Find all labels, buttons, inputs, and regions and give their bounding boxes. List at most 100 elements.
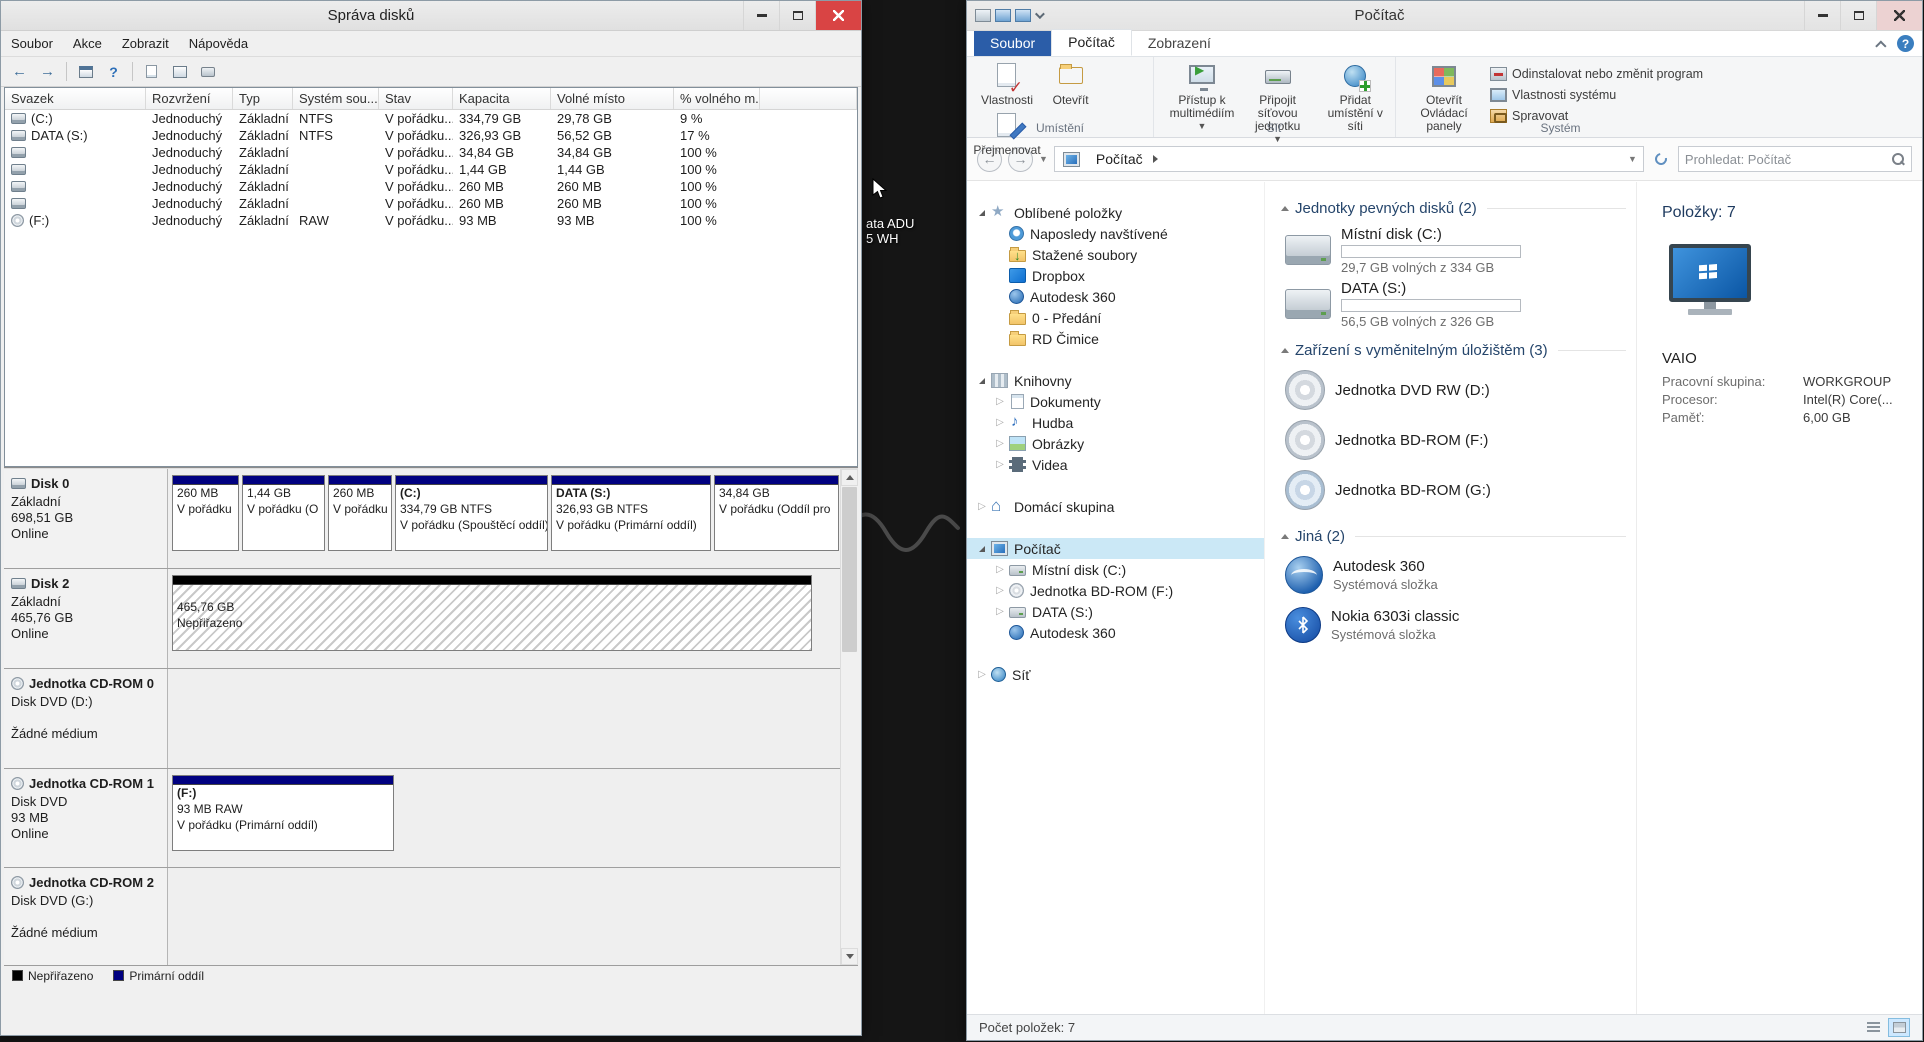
disk-info-cdrom2[interactable]: Jednotka CD-ROM 2 Disk DVD (G:) Žádné mé…	[4, 868, 168, 967]
minimize-ribbon-icon[interactable]	[1875, 40, 1886, 51]
recent-places-icon	[1009, 226, 1024, 241]
tab-pocitac[interactable]: Počítač	[1051, 29, 1132, 56]
disk-info-cdrom1[interactable]: Jednotka CD-ROM 1 Disk DVD 93 MB Online	[4, 769, 168, 867]
menu-napoveda[interactable]: Nápověda	[179, 32, 258, 55]
minimize-button[interactable]	[1804, 1, 1840, 30]
system-properties-button[interactable]: Vlastnosti systému	[1484, 84, 1709, 105]
search-input[interactable]	[1685, 152, 1892, 167]
partition-f[interactable]: (F:) 93 MB RAW V pořádku (Primární oddíl…	[172, 775, 394, 851]
breadcrumb-computer[interactable]: Počítač	[1092, 149, 1147, 169]
group-header-hdd[interactable]: Jednotky pevných disků (2)	[1281, 198, 1626, 218]
nav-homegroup[interactable]: Domácí skupina	[967, 496, 1264, 517]
nokia-item[interactable]: Nokia 6303i classic Systémová složka	[1285, 604, 1626, 646]
uninstall-program-button[interactable]: Odinstalovat nebo změnit program	[1484, 63, 1709, 84]
dvd-d-item[interactable]: Jednotka DVD RW (D:)	[1285, 368, 1626, 412]
nav-downloads[interactable]: Stažené soubory	[967, 244, 1264, 265]
column-svazek[interactable]: Svazek	[5, 88, 146, 109]
breadcrumb-arrow-icon[interactable]	[1153, 155, 1158, 163]
nav-favorites[interactable]: Oblíbené položky	[967, 202, 1264, 223]
close-button[interactable]	[1876, 1, 1922, 30]
column-rozvrzeni[interactable]: Rozvržení	[146, 88, 233, 109]
partition[interactable]: 34,84 GB V pořádku (Oddíl pro	[714, 475, 839, 551]
properties-button[interactable]: Vlastnosti	[978, 60, 1036, 109]
tab-zobrazeni[interactable]: Zobrazení	[1132, 31, 1227, 56]
nav-network[interactable]: Síť	[967, 664, 1264, 685]
nav-music[interactable]: Hudba	[967, 412, 1264, 433]
partition[interactable]: 1,44 GB V pořádku (O	[242, 475, 325, 551]
partition[interactable]: 260 MB V pořádku	[172, 475, 239, 551]
disk-info-disk2[interactable]: Disk 2 Základní 465,76 GB Online	[4, 569, 168, 668]
vertical-scrollbar[interactable]	[840, 469, 858, 965]
nav-documents[interactable]: Dokumenty	[967, 391, 1264, 412]
menu-zobrazit[interactable]: Zobrazit	[112, 32, 179, 55]
volume-row[interactable]: DATA (S:) Jednoduchý Základní NTFS V poř…	[5, 127, 857, 144]
console-tree-button[interactable]	[73, 60, 98, 83]
nav-pictures[interactable]: Obrázky	[967, 433, 1264, 454]
disk-view-button[interactable]	[195, 60, 220, 83]
menu-soubor[interactable]: Soubor	[1, 32, 63, 55]
column-pct-volneho[interactable]: % volného m...	[674, 88, 760, 109]
address-history-dropdown-icon[interactable]: ▼	[1628, 154, 1637, 164]
scroll-down-button[interactable]	[841, 948, 858, 965]
autodesk360-item[interactable]: Autodesk 360 Systémová složka	[1285, 554, 1626, 596]
volume-row[interactable]: (C:) Jednoduchý Základní NTFS V pořádku.…	[5, 110, 857, 127]
group-header-removable[interactable]: Zařízení s vyměnitelným úložištěm (3)	[1281, 340, 1626, 360]
disk-info-disk0[interactable]: Disk 0 Základní 698,51 GB Online	[4, 469, 168, 568]
nav-bdrom-f[interactable]: Jednotka BD-ROM (F:)	[967, 580, 1264, 601]
desktop-icon-label[interactable]: ata ADU 5 WH	[866, 216, 958, 246]
search-box[interactable]	[1678, 146, 1912, 172]
nav-recent-places[interactable]: Naposledy navštívené	[967, 223, 1264, 244]
volume-row[interactable]: Jednoduchý Základní V pořádku... 260 MB …	[5, 195, 857, 212]
nav-data-s[interactable]: DATA (S:)	[967, 601, 1264, 622]
partition[interactable]: 260 MB V pořádku	[328, 475, 392, 551]
drive-s-item[interactable]: DATA (S:) 56,5 GB volných z 326 GB	[1285, 280, 1626, 328]
nav-rd-cimice-folder[interactable]: RD Čimice	[967, 328, 1264, 349]
help-icon[interactable]	[1897, 35, 1914, 52]
nav-predani-folder[interactable]: 0 - Předání	[967, 307, 1264, 328]
nav-autodesk360[interactable]: Autodesk 360	[967, 286, 1264, 307]
column-system[interactable]: Systém sou...	[293, 88, 379, 109]
maximize-button[interactable]	[779, 1, 815, 30]
column-stav[interactable]: Stav	[379, 88, 453, 109]
thumbnail-view-button[interactable]	[1888, 1018, 1910, 1037]
maximize-button[interactable]	[1840, 1, 1876, 30]
partition-c[interactable]: (C:) 334,79 GB NTFS V pořádku (Spouštěcí…	[395, 475, 548, 551]
details-view-button[interactable]	[1862, 1018, 1884, 1037]
disk-info-cdrom0[interactable]: Jednotka CD-ROM 0 Disk DVD (D:) Žádné mé…	[4, 669, 168, 768]
help-button[interactable]: ?	[101, 60, 126, 83]
scroll-up-button[interactable]	[841, 469, 858, 486]
forward-button[interactable]: →	[35, 60, 60, 83]
nav-autodesk360-computer[interactable]: Autodesk 360	[967, 622, 1264, 643]
minimize-button[interactable]	[743, 1, 779, 30]
scrollbar-thumb[interactable]	[842, 487, 857, 652]
unallocated-region[interactable]: 465,76 GB Nepřiřazeno	[172, 575, 812, 651]
nav-computer[interactable]: Počítač	[967, 538, 1264, 559]
column-typ[interactable]: Typ	[233, 88, 293, 109]
drive-c-item[interactable]: Místní disk (C:) 29,7 GB volných z 334 G…	[1285, 226, 1626, 274]
libraries-icon	[991, 373, 1008, 388]
nav-local-disk-c[interactable]: Místní disk (C:)	[967, 559, 1264, 580]
nav-videos[interactable]: Videa	[967, 454, 1264, 475]
breadcrumb[interactable]: Počítač ▼	[1054, 146, 1644, 172]
close-button[interactable]	[815, 1, 861, 30]
back-button[interactable]: ←	[7, 60, 32, 83]
properties-button[interactable]	[139, 60, 164, 83]
refresh-button[interactable]	[167, 60, 192, 83]
column-volne-misto[interactable]: Volné místo	[551, 88, 674, 109]
menu-akce[interactable]: Akce	[63, 32, 112, 55]
tab-soubor[interactable]: Soubor	[974, 31, 1051, 56]
refresh-button[interactable]	[1650, 148, 1672, 170]
disk-size	[11, 909, 161, 925]
volume-row[interactable]: Jednoduchý Základní V pořádku... 1,44 GB…	[5, 161, 857, 178]
group-header-other[interactable]: Jiná (2)	[1281, 526, 1626, 546]
bd-f-item[interactable]: Jednotka BD-ROM (F:)	[1285, 418, 1626, 462]
open-button[interactable]: Otevřít	[1042, 60, 1100, 109]
volume-row[interactable]: Jednoduchý Základní V pořádku... 260 MB …	[5, 178, 857, 195]
partition-data-s[interactable]: DATA (S:) 326,93 GB NTFS V pořádku (Prim…	[551, 475, 711, 551]
column-kapacita[interactable]: Kapacita	[453, 88, 551, 109]
bd-g-item[interactable]: Jednotka BD-ROM (G:)	[1285, 468, 1626, 512]
volume-row[interactable]: (F:) Jednoduchý Základní RAW V pořádku..…	[5, 212, 857, 229]
nav-libraries[interactable]: Knihovny	[967, 370, 1264, 391]
nav-dropbox[interactable]: Dropbox	[967, 265, 1264, 286]
volume-row[interactable]: Jednoduchý Základní V pořádku... 34,84 G…	[5, 144, 857, 161]
